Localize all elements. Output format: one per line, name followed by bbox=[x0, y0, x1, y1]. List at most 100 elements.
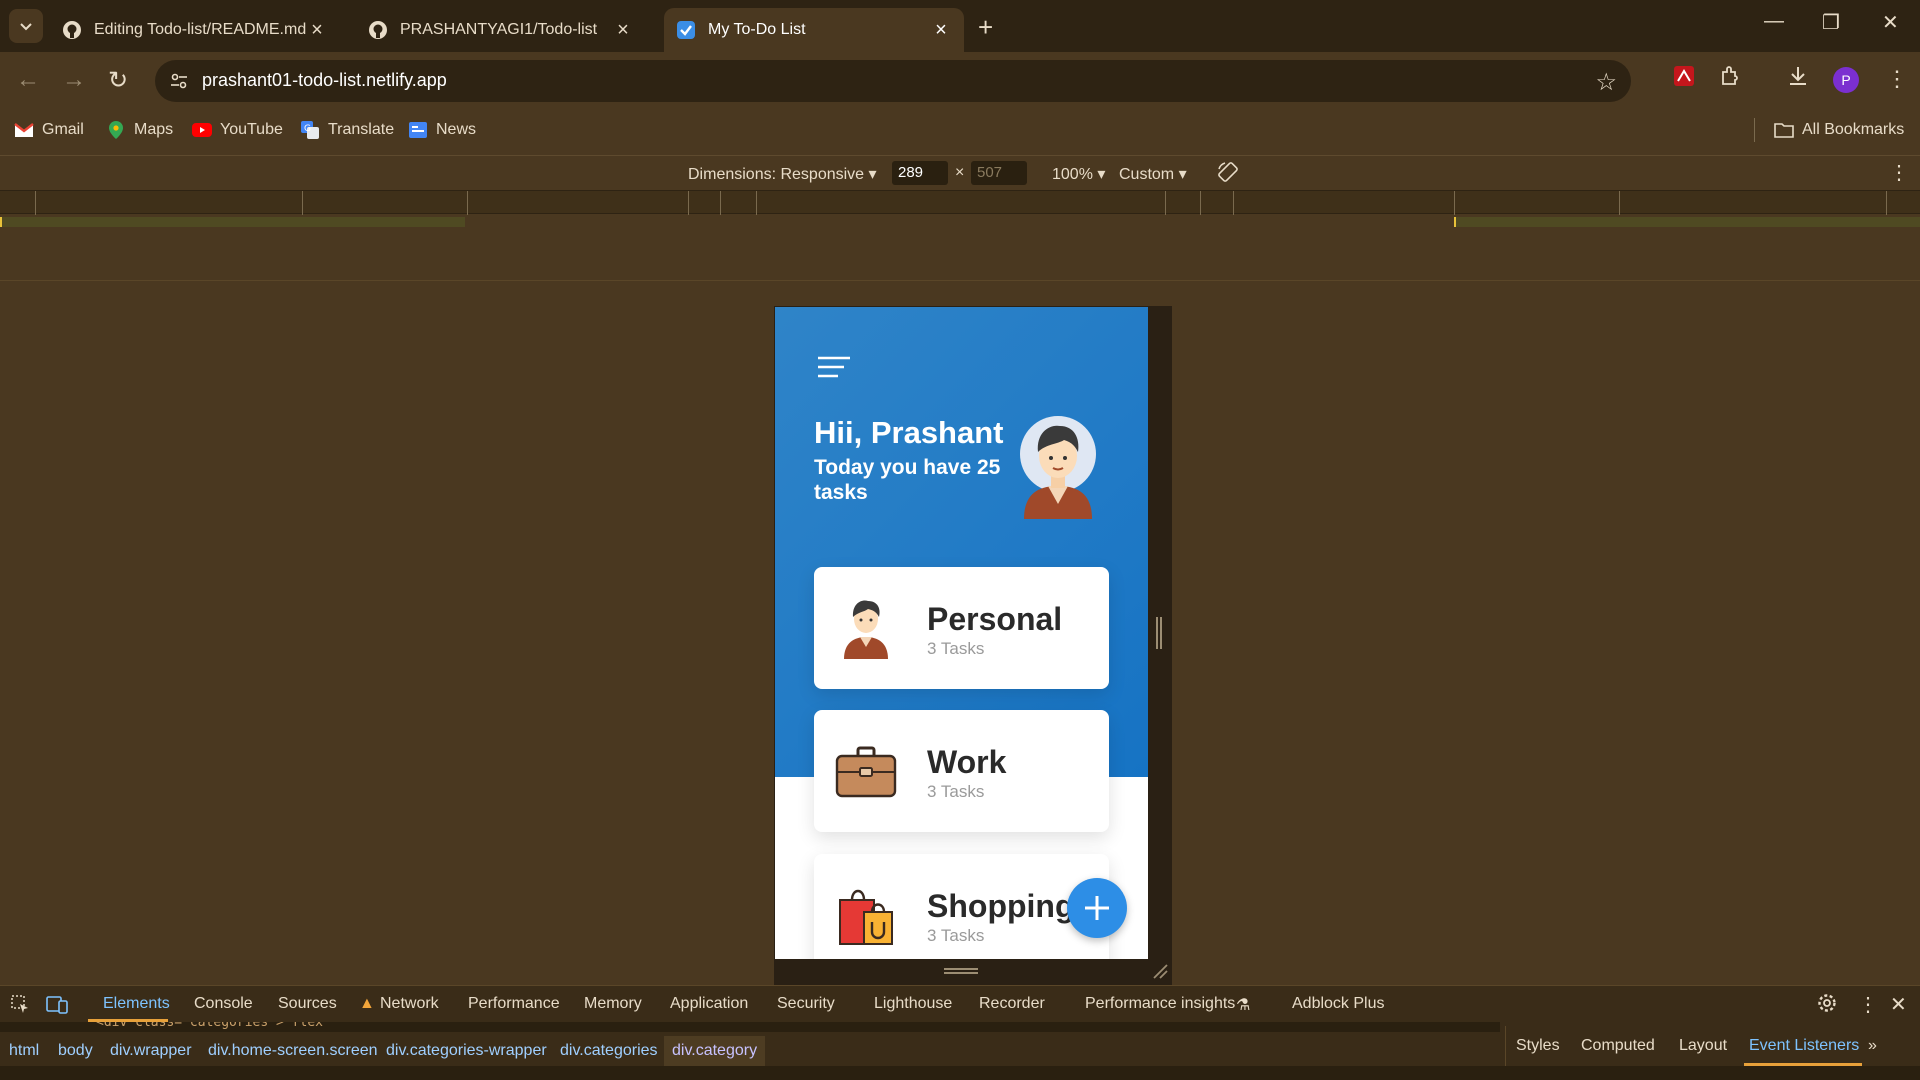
translate-icon: G bbox=[300, 120, 320, 140]
devtools-tab-bar: Elements Console Sources ▲ Network Perfo… bbox=[0, 986, 1920, 1022]
bookmarks-bar: Gmail Maps YouTube G Translate News All … bbox=[0, 108, 1920, 156]
throttle-dropdown[interactable]: Custom ▾ bbox=[1119, 164, 1187, 184]
throttle-label: Custom bbox=[1119, 166, 1175, 183]
close-tab-icon[interactable]: × bbox=[612, 19, 634, 42]
styles-pane-tabs: Styles Computed Layout Event Listeners » bbox=[1505, 1026, 1920, 1066]
category-count: 3 Tasks bbox=[927, 926, 985, 945]
side-tab-styles[interactable]: Styles bbox=[1516, 1037, 1560, 1055]
all-bookmarks-button[interactable]: All Bookmarks bbox=[1774, 120, 1904, 140]
side-tab-computed[interactable]: Computed bbox=[1581, 1037, 1655, 1055]
device-toolbar-menu-icon[interactable]: ⋮ bbox=[1889, 160, 1909, 185]
breadcrumb-item[interactable]: body bbox=[58, 1042, 93, 1060]
browser-menu-icon[interactable]: ⋮ bbox=[1886, 66, 1908, 92]
tab-strip: Editing Todo-list/README.md a × PRASHANT… bbox=[0, 0, 1920, 52]
person-icon bbox=[834, 595, 898, 659]
devtools-tab-adblock[interactable]: Adblock Plus bbox=[1292, 995, 1385, 1013]
breadcrumb-item-selected[interactable]: div.category bbox=[664, 1036, 766, 1066]
rotate-icon[interactable] bbox=[1216, 160, 1240, 189]
devtools-tab-console[interactable]: Console bbox=[194, 995, 253, 1013]
news-icon bbox=[408, 120, 428, 140]
devtools-tab-network[interactable]: Network bbox=[380, 995, 439, 1013]
bookmark-gmail[interactable]: Gmail bbox=[14, 120, 84, 140]
breadcrumb-item[interactable]: html bbox=[9, 1042, 39, 1060]
settings-gear-icon[interactable] bbox=[1817, 993, 1837, 1018]
devtools-bottom-strip bbox=[0, 1066, 1920, 1080]
side-tab-layout[interactable]: Layout bbox=[1679, 1037, 1727, 1055]
times-icon: × bbox=[955, 164, 965, 181]
tab-2[interactable]: My To-Do List × bbox=[664, 8, 964, 52]
github-icon bbox=[368, 20, 388, 40]
tab-1[interactable]: PRASHANTYAGI1/Todo-list × bbox=[356, 8, 646, 52]
close-tab-icon[interactable]: × bbox=[930, 19, 952, 42]
site-info-icon[interactable] bbox=[169, 71, 189, 96]
bookmark-label: YouTube bbox=[220, 121, 283, 138]
tab-title: Editing Todo-list/README.md a bbox=[94, 21, 306, 38]
back-button[interactable]: ← bbox=[16, 66, 40, 94]
dom-tree-line[interactable]: <div class="categories"> flex bbox=[0, 1022, 1500, 1032]
profile-avatar[interactable]: P bbox=[1833, 67, 1859, 93]
forward-button[interactable]: → bbox=[62, 66, 86, 94]
category-card-shopping[interactable]: Shopping 3 Tasks bbox=[814, 854, 1109, 959]
dimensions-label: Dimensions: Responsive bbox=[688, 166, 865, 183]
zoom-dropdown[interactable]: 100% ▾ bbox=[1052, 164, 1105, 184]
close-devtools-icon[interactable]: ✕ bbox=[1890, 992, 1907, 1017]
tab-0[interactable]: Editing Todo-list/README.md a × bbox=[50, 8, 340, 52]
devtools-menu-icon[interactable]: ⋮ bbox=[1858, 992, 1878, 1017]
new-tab-button[interactable]: + bbox=[978, 12, 993, 43]
devtools-tab-memory[interactable]: Memory bbox=[584, 995, 642, 1013]
tab-title: My To-Do List bbox=[708, 21, 806, 38]
inspect-element-icon[interactable] bbox=[10, 994, 30, 1019]
resize-height-handle[interactable] bbox=[944, 968, 978, 974]
close-window-button[interactable]: ✕ bbox=[1882, 10, 1899, 35]
address-bar[interactable]: prashant01-todo-list.netlify.app ☆ bbox=[155, 60, 1631, 102]
chevron-down-icon bbox=[20, 23, 32, 31]
resize-corner-icon[interactable] bbox=[1152, 963, 1168, 984]
media-query-range[interactable] bbox=[0, 217, 465, 227]
device-toggle-icon[interactable] bbox=[46, 994, 68, 1019]
hamburger-menu-icon[interactable] bbox=[818, 355, 850, 384]
bookmark-news[interactable]: News bbox=[408, 120, 476, 140]
bookmark-translate[interactable]: G Translate bbox=[300, 120, 394, 140]
devtools-tab-recorder[interactable]: Recorder bbox=[979, 995, 1045, 1013]
more-tabs-icon[interactable]: » bbox=[1868, 1037, 1877, 1055]
devtools-tab-sources[interactable]: Sources bbox=[278, 995, 337, 1013]
category-card-work[interactable]: Work 3 Tasks bbox=[814, 710, 1109, 832]
minimize-button[interactable]: — bbox=[1764, 10, 1784, 33]
devtools-tab-lighthouse[interactable]: Lighthouse bbox=[874, 995, 952, 1013]
breadcrumb-item[interactable]: div.categories-wrapper bbox=[386, 1042, 547, 1060]
bookmark-maps[interactable]: Maps bbox=[106, 120, 173, 140]
devtools-tab-performance-insights[interactable]: Performance insights bbox=[1085, 995, 1235, 1013]
add-task-button[interactable] bbox=[1067, 878, 1127, 938]
breadcrumb-item[interactable]: div.categories bbox=[560, 1042, 658, 1060]
width-input[interactable]: 289 bbox=[892, 161, 948, 185]
plus-icon bbox=[1085, 896, 1109, 920]
breadcrumb-item[interactable]: div.home-screen.screen bbox=[208, 1042, 378, 1060]
category-name: Work bbox=[927, 744, 1007, 780]
media-query-range[interactable] bbox=[1454, 217, 1920, 227]
breadcrumb-item[interactable]: div.wrapper bbox=[110, 1042, 192, 1060]
devtools-tab-performance[interactable]: Performance bbox=[468, 995, 560, 1013]
tab-search-button[interactable] bbox=[9, 9, 43, 43]
app-viewport: Hii, Prashant Today you have 25 tasks Pe… bbox=[775, 307, 1148, 959]
dom-code-text: <div class="categories"> flex bbox=[96, 1022, 323, 1030]
height-input[interactable]: 507 bbox=[971, 161, 1027, 185]
resize-width-handle[interactable] bbox=[1156, 617, 1162, 649]
category-card-personal[interactable]: Personal 3 Tasks bbox=[814, 567, 1109, 689]
bookmark-star-icon[interactable]: ☆ bbox=[1595, 68, 1617, 97]
restore-button[interactable]: ❐ bbox=[1822, 10, 1840, 35]
close-tab-icon[interactable]: × bbox=[306, 19, 328, 42]
reload-button[interactable]: ↻ bbox=[108, 66, 128, 95]
checkbox-icon bbox=[676, 20, 696, 40]
side-tab-event-listeners[interactable]: Event Listeners bbox=[1749, 1037, 1859, 1055]
devtools-tab-application[interactable]: Application bbox=[670, 995, 748, 1013]
devtools-tab-security[interactable]: Security bbox=[777, 995, 835, 1013]
bookmark-youtube[interactable]: YouTube bbox=[192, 120, 283, 140]
url-text: prashant01-todo-list.netlify.app bbox=[202, 70, 447, 90]
user-avatar[interactable] bbox=[1018, 414, 1098, 519]
pdf-extension-icon[interactable] bbox=[1672, 64, 1696, 93]
devtools-tab-elements[interactable]: Elements bbox=[103, 995, 170, 1013]
extensions-icon[interactable] bbox=[1718, 64, 1742, 93]
svg-text:G: G bbox=[304, 124, 311, 134]
dimensions-dropdown[interactable]: Dimensions: Responsive ▾ bbox=[688, 164, 877, 184]
download-icon[interactable] bbox=[1786, 64, 1810, 93]
